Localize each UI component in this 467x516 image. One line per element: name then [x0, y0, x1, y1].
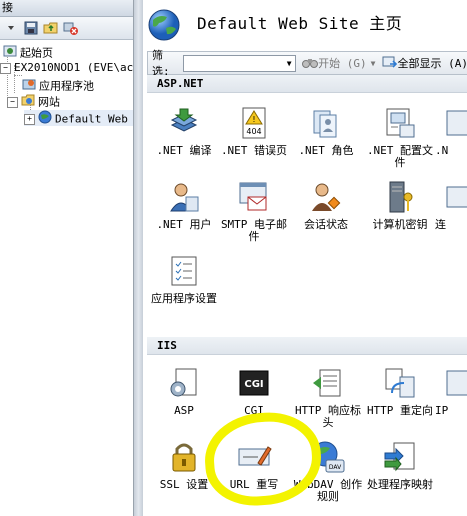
- website-globe-icon: [147, 8, 181, 45]
- cgi-icon: CGI: [239, 370, 269, 396]
- feature-net-partial[interactable]: .N: [435, 105, 467, 157]
- connections-pane: 接 起始页 − EX2010NOD1 (EVE\ac 应用程序池 − 网站 + …: [0, 0, 134, 516]
- ip-partial-icon: [446, 370, 467, 396]
- feature-app-settings[interactable]: 应用程序设置: [147, 253, 221, 305]
- tree-item-default-web-site[interactable]: + Default Web: [24, 110, 133, 126]
- feature-url-rewrite[interactable]: URL 重写: [217, 439, 291, 491]
- net-roles-icon: [313, 110, 337, 138]
- feature-connection-partial[interactable]: 连: [435, 179, 467, 231]
- app-settings-icon: [171, 256, 197, 286]
- net-error-page-icon: ! 404: [242, 107, 266, 139]
- features-list: ASP.NET .NET 编译 ! 404 .NET 错误页 .NET 角色 .N…: [147, 75, 467, 516]
- net-compile-icon: [170, 108, 198, 132]
- show-all-button[interactable]: 全部显示 (A): [382, 55, 467, 72]
- group-header-iis: IIS: [147, 337, 467, 355]
- machine-key-icon: [389, 181, 413, 213]
- smtp-email-icon: [239, 182, 267, 211]
- http-redirect-icon: [385, 368, 415, 398]
- net-users-icon: [170, 183, 199, 212]
- collapse-icon[interactable]: −: [0, 62, 11, 74]
- feature-net-compile[interactable]: .NET 编译: [147, 105, 221, 157]
- tree-item-app-pools[interactable]: 应用程序池: [22, 77, 94, 93]
- filter-bar: 筛选: ▼ 开始 (G) ▼ 全部显示 (A): [147, 49, 467, 78]
- feature-handler-mappings[interactable]: 处理程序映射: [363, 439, 437, 491]
- page-title: Default Web Site 主页: [197, 14, 403, 33]
- tree-item-sites[interactable]: − 网站: [7, 93, 60, 109]
- handler-mappings-icon: [384, 442, 415, 472]
- feature-asp[interactable]: ASP: [147, 365, 221, 417]
- disconnect-icon[interactable]: [62, 19, 80, 37]
- filter-input[interactable]: ▼: [183, 54, 297, 72]
- feature-net-error-pages[interactable]: ! 404 .NET 错误页: [217, 105, 291, 157]
- url-rewrite-icon: [238, 446, 272, 466]
- feature-machine-key[interactable]: 计算机密钥: [363, 179, 437, 231]
- chevron-down-icon[interactable]: ▼: [371, 59, 376, 68]
- tree-item-server[interactable]: − EX2010NOD1 (EVE\ac: [0, 60, 133, 76]
- svg-text:CGI: CGI: [244, 379, 263, 390]
- connections-header: 接: [0, 0, 133, 17]
- session-state-icon: [312, 183, 341, 211]
- features-view: Default Web Site 主页 筛选: ▼ 开始 (G) ▼ 全部显示 …: [143, 0, 467, 516]
- feature-http-redirect[interactable]: HTTP 重定向: [363, 365, 437, 417]
- show-all-label: 全部显示 (A): [397, 57, 467, 70]
- connection-partial-icon: [446, 186, 467, 208]
- show-all-icon: [382, 55, 398, 72]
- chevron-down-icon[interactable]: ▼: [283, 56, 295, 71]
- feature-net-profile[interactable]: .NET 配置文件: [363, 105, 437, 169]
- up-folder-icon[interactable]: [42, 19, 60, 37]
- svg-text:DAV: DAV: [329, 464, 342, 471]
- feature-ip-partial[interactable]: IP: [435, 365, 467, 417]
- ssl-settings-icon: [172, 443, 196, 472]
- feature-http-response-headers[interactable]: HTTP 响应标头: [291, 365, 365, 429]
- feature-net-users[interactable]: .NET 用户: [147, 179, 221, 231]
- website-globe-icon: [38, 110, 52, 129]
- asp-icon: [170, 368, 197, 397]
- feature-cgi[interactable]: CGI CGI: [217, 365, 291, 417]
- feature-net-roles[interactable]: .NET 角色: [289, 105, 363, 157]
- svg-text:!: !: [252, 115, 255, 124]
- collapse-icon[interactable]: −: [7, 97, 18, 108]
- title-area: Default Web Site 主页: [143, 0, 467, 44]
- start-button-label: 开始 (G): [318, 57, 367, 70]
- binoculars-icon: [302, 55, 319, 72]
- pane-splitter[interactable]: [134, 0, 143, 516]
- svg-text:404: 404: [246, 127, 261, 136]
- webdav-icon: DAV: [312, 441, 345, 473]
- connect-dropdown-icon[interactable]: [2, 19, 20, 37]
- connections-toolbar: [0, 17, 133, 40]
- start-button[interactable]: 开始 (G): [302, 55, 367, 72]
- expand-icon[interactable]: +: [24, 114, 35, 125]
- save-icon[interactable]: [22, 19, 40, 37]
- http-response-headers-icon: [313, 369, 341, 397]
- feature-smtp-email[interactable]: SMTP 电子邮件: [217, 179, 291, 243]
- net-partial-icon: [446, 110, 467, 136]
- feature-ssl-settings[interactable]: SSL 设置: [147, 439, 221, 491]
- tree-item-start-page[interactable]: 起始页: [3, 44, 53, 60]
- feature-webdav[interactable]: DAV WebDAV 创作规则: [291, 439, 365, 503]
- group-header-aspnet: ASP.NET: [147, 75, 467, 93]
- net-profile-icon: [386, 108, 415, 138]
- feature-session-state[interactable]: 会话状态: [289, 179, 363, 231]
